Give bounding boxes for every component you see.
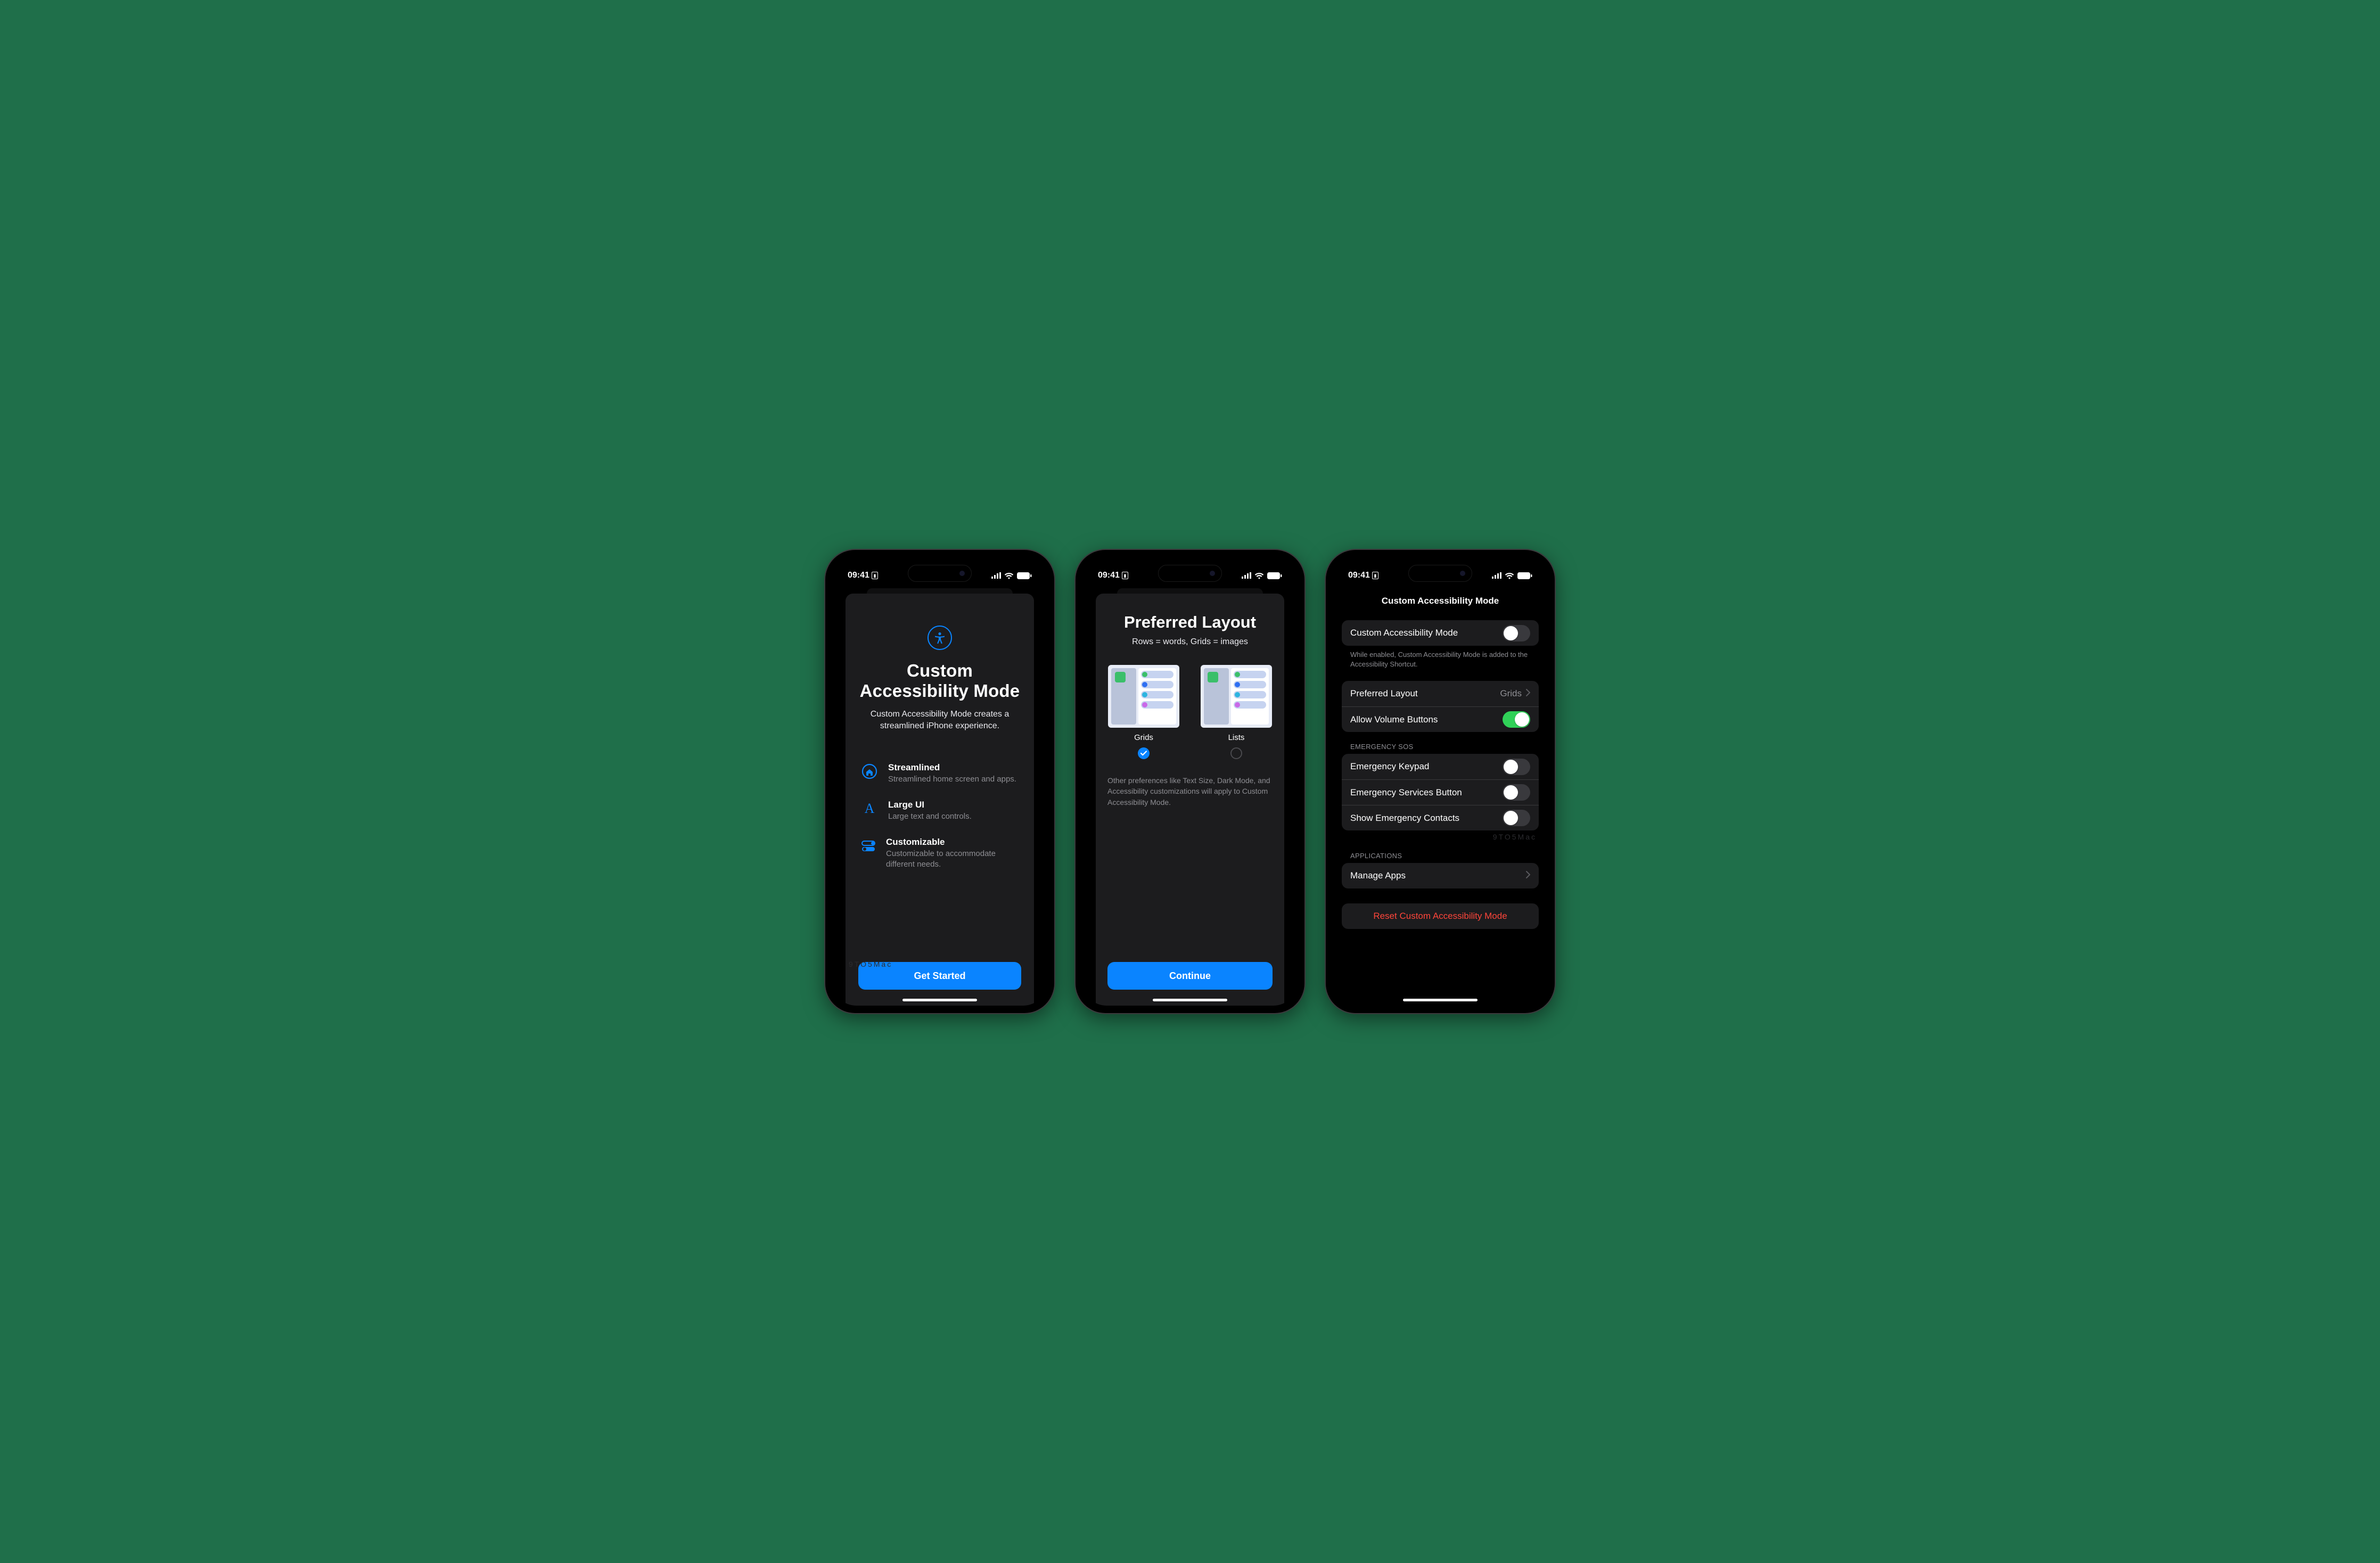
nav-title: Custom Accessibility Mode: [1333, 586, 1547, 613]
grids-preview: [1108, 665, 1179, 728]
battery-icon: [1267, 572, 1282, 579]
toggle-switch[interactable]: [1503, 625, 1530, 641]
footnote: Other preferences like Text Size, Dark M…: [1107, 775, 1273, 808]
watermark: 9TO5Mac: [1342, 833, 1537, 841]
feature-customizable: Customizable Customizable to accommodate…: [860, 837, 1019, 870]
wifi-icon: [1254, 572, 1264, 579]
reset-button[interactable]: Reset Custom Accessibility Mode: [1342, 903, 1539, 929]
feature-title: Streamlined: [888, 762, 1016, 773]
toggle-switch[interactable]: [1503, 711, 1530, 728]
row-preferred-layout[interactable]: Preferred Layout Grids: [1342, 681, 1539, 706]
row-label: Reset Custom Accessibility Mode: [1373, 911, 1507, 922]
home-indicator[interactable]: [902, 999, 977, 1001]
feature-title: Large UI: [888, 800, 972, 810]
house-icon: [860, 762, 879, 779]
row-emergency-keypad[interactable]: Emergency Keypad: [1342, 754, 1539, 779]
chevron-right-icon: [1526, 688, 1530, 699]
svg-text:A: A: [865, 801, 875, 816]
feature-desc: Streamlined home screen and apps.: [888, 774, 1016, 785]
radio-unselected[interactable]: [1230, 747, 1242, 759]
radio-selected[interactable]: [1138, 747, 1150, 759]
row-label: Preferred Layout: [1350, 688, 1418, 699]
lists-preview: [1201, 665, 1272, 728]
phone-layout-picker: 09:41 ▮ Preferred Layout Rows = words, G…: [1076, 550, 1304, 1013]
option-label: Lists: [1228, 733, 1245, 742]
cellular-icon: [1492, 572, 1501, 579]
layout-option-grids[interactable]: Grids: [1108, 665, 1179, 759]
feature-large-ui: A Large UI Large text and controls.: [860, 800, 1019, 822]
toggles-icon: [860, 837, 876, 854]
row-label: Emergency Keypad: [1350, 761, 1429, 772]
row-label: Custom Accessibility Mode: [1350, 628, 1458, 638]
status-time: 09:41: [848, 571, 869, 580]
toggle-switch[interactable]: [1503, 810, 1530, 826]
row-value: Grids: [1500, 688, 1522, 699]
page-title: Preferred Layout: [1107, 613, 1273, 632]
home-indicator[interactable]: [1403, 999, 1478, 1001]
row-main-toggle[interactable]: Custom Accessibility Mode: [1342, 620, 1539, 646]
row-manage-apps[interactable]: Manage Apps: [1342, 863, 1539, 889]
feature-streamlined: Streamlined Streamlined home screen and …: [860, 762, 1019, 785]
feature-desc: Customizable to accommodate different ne…: [886, 849, 1019, 870]
row-allow-volume[interactable]: Allow Volume Buttons: [1342, 706, 1539, 732]
toggle-switch[interactable]: [1503, 759, 1530, 775]
dynamic-island: [908, 565, 972, 582]
continue-button[interactable]: Continue: [1107, 962, 1273, 990]
accessibility-icon: [928, 626, 952, 650]
large-a-icon: A: [860, 800, 879, 817]
toggle-switch[interactable]: [1503, 784, 1530, 801]
battery-icon: [1517, 572, 1532, 579]
sim-icon: ▮: [1372, 572, 1378, 579]
battery-icon: [1017, 572, 1032, 579]
sim-icon: ▮: [872, 572, 878, 579]
page-subtitle: Custom Accessibility Mode creates a stre…: [858, 709, 1021, 733]
section-header-sos: EMERGENCY SOS: [1342, 732, 1539, 754]
status-time: 09:41: [1348, 571, 1370, 580]
row-label: Show Emergency Contacts: [1350, 813, 1459, 824]
option-label: Grids: [1134, 733, 1153, 742]
chevron-right-icon: [1526, 870, 1530, 881]
sim-icon: ▮: [1122, 572, 1128, 579]
row-label: Manage Apps: [1350, 870, 1406, 881]
phone-settings: 09:41 ▮ Custom Accessibility Mode Custom…: [1326, 550, 1555, 1013]
dynamic-island: [1158, 565, 1222, 582]
wifi-icon: [1004, 572, 1014, 579]
row-label: Allow Volume Buttons: [1350, 714, 1438, 725]
page-title: Custom Accessibility Mode: [858, 661, 1021, 701]
layout-option-lists[interactable]: Lists: [1201, 665, 1272, 759]
cellular-icon: [1242, 572, 1251, 579]
row-emergency-services[interactable]: Emergency Services Button: [1342, 779, 1539, 805]
cellular-icon: [991, 572, 1001, 579]
get-started-button[interactable]: Get Started: [858, 962, 1021, 990]
section-header-apps: APPLICATIONS: [1342, 841, 1539, 863]
feature-desc: Large text and controls.: [888, 811, 972, 822]
page-subtitle: Rows = words, Grids = images: [1107, 637, 1273, 647]
row-emergency-contacts[interactable]: Show Emergency Contacts: [1342, 805, 1539, 830]
row-label: Emergency Services Button: [1350, 787, 1462, 798]
group-footer: While enabled, Custom Accessibility Mode…: [1342, 646, 1539, 669]
feature-title: Customizable: [886, 837, 1019, 848]
wifi-icon: [1505, 572, 1514, 579]
status-time: 09:41: [1098, 571, 1120, 580]
dynamic-island: [1408, 565, 1472, 582]
home-indicator[interactable]: [1153, 999, 1227, 1001]
phone-intro: 09:41 ▮ Custom Accessibility Mode Custom…: [825, 550, 1054, 1013]
